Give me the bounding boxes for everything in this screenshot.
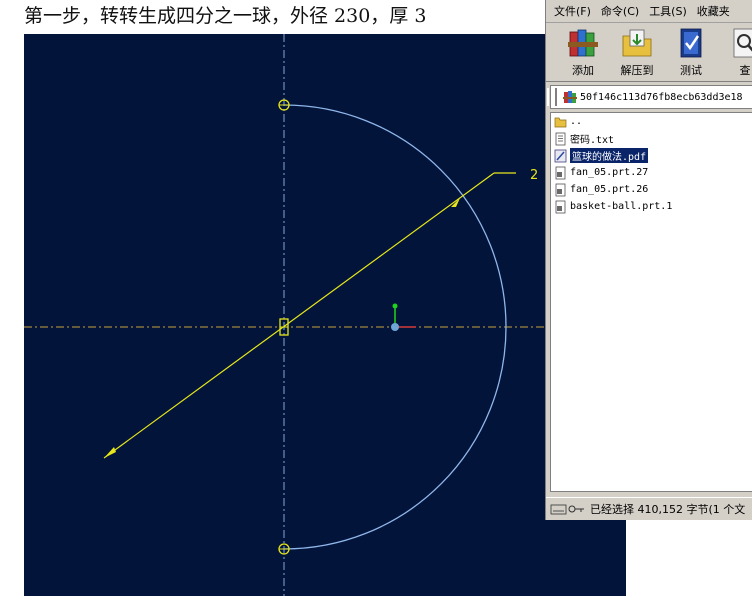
file-name: fan_05.prt.26 [570, 184, 649, 195]
status-text: 已经选择 410,152 字节(1 个文 [590, 503, 746, 516]
dimension-value-label[interactable]: 2 [530, 168, 538, 183]
file-name: basket-ball.prt.1 [570, 201, 673, 212]
triad-y-tip [392, 303, 398, 309]
winrar-status-bar: 已经选择 410,152 字节(1 个文 [546, 497, 752, 520]
file-row-fan-27[interactable]: fan_05.prt.27 [551, 164, 752, 181]
file-name: .. [570, 116, 583, 127]
file-row-basketball-pdf[interactable]: 篮球的做法.pdf [551, 147, 752, 164]
menu-file[interactable]: 文件(F) [552, 2, 593, 20]
toolbar-grip [547, 88, 557, 106]
add-button[interactable]: 添加 [556, 26, 610, 80]
extract-to-button[interactable]: 解压到 [610, 26, 664, 80]
archive-file-list[interactable]: .. 密码.txt 篮球的做法.pdf fan_05.prt.27 fan_05… [550, 112, 752, 492]
pdf-file-icon [554, 149, 567, 162]
books-archive-icon [568, 29, 598, 57]
file-row-password-txt[interactable]: 密码.txt [551, 130, 752, 147]
view-button-label: 查 [739, 64, 751, 77]
winrar-toolbar: 添加 解压到 测试 查 [546, 23, 752, 82]
cad-viewport[interactable]: 2 [24, 34, 626, 596]
menu-commands[interactable]: 命令(C) [599, 2, 641, 20]
generic-file-icon [555, 166, 566, 179]
add-button-label: 添加 [572, 64, 594, 77]
test-button-label: 测试 [680, 64, 702, 77]
extract-folder-icon [622, 29, 652, 57]
file-name: 篮球的做法.pdf [570, 148, 649, 163]
archive-path-text: 50f146c113d76fb8ecb63dd3e18 [580, 91, 743, 103]
menu-favorites[interactable]: 收藏夹 [695, 2, 732, 20]
test-archive-icon [680, 28, 702, 58]
folder-up-icon [554, 117, 567, 127]
view-button[interactable]: 查 [718, 26, 752, 80]
triad-origin [391, 323, 399, 331]
archive-icon [563, 91, 577, 103]
menu-tools[interactable]: 工具(S) [647, 2, 689, 20]
file-row-parent[interactable]: .. [551, 113, 752, 130]
file-row-fan-26[interactable]: fan_05.prt.26 [551, 181, 752, 198]
drive-key-icon[interactable] [550, 502, 586, 516]
file-row-basket-ball-prt[interactable]: basket-ball.prt.1 [551, 198, 752, 215]
generic-file-icon [555, 200, 566, 213]
file-name: 密码.txt [570, 135, 615, 146]
file-name: fan_05.prt.27 [570, 167, 649, 178]
dimension-arrow-lower [104, 447, 116, 458]
view-icon [733, 28, 752, 58]
cad-sketch-canvas[interactable]: 2 [24, 34, 626, 596]
generic-file-icon [555, 183, 566, 196]
extract-to-button-label: 解压到 [620, 64, 654, 77]
archive-path-bar[interactable]: 50f146c113d76fb8ecb63dd3e18 [547, 85, 752, 109]
text-file-icon [555, 132, 566, 145]
winrar-window: 文件(F) 命令(C) 工具(S) 收藏夹 添加 解压到 测试 查 50f146… [545, 0, 752, 520]
tutorial-caption: 第一步，转转生成四分之一球，外径 230，厚 3 [24, 5, 427, 27]
diameter-dimension-line[interactable] [103, 172, 495, 459]
winrar-menubar: 文件(F) 命令(C) 工具(S) 收藏夹 [546, 0, 752, 23]
dimension-arrow-upper [451, 198, 460, 207]
test-button[interactable]: 测试 [664, 26, 718, 80]
